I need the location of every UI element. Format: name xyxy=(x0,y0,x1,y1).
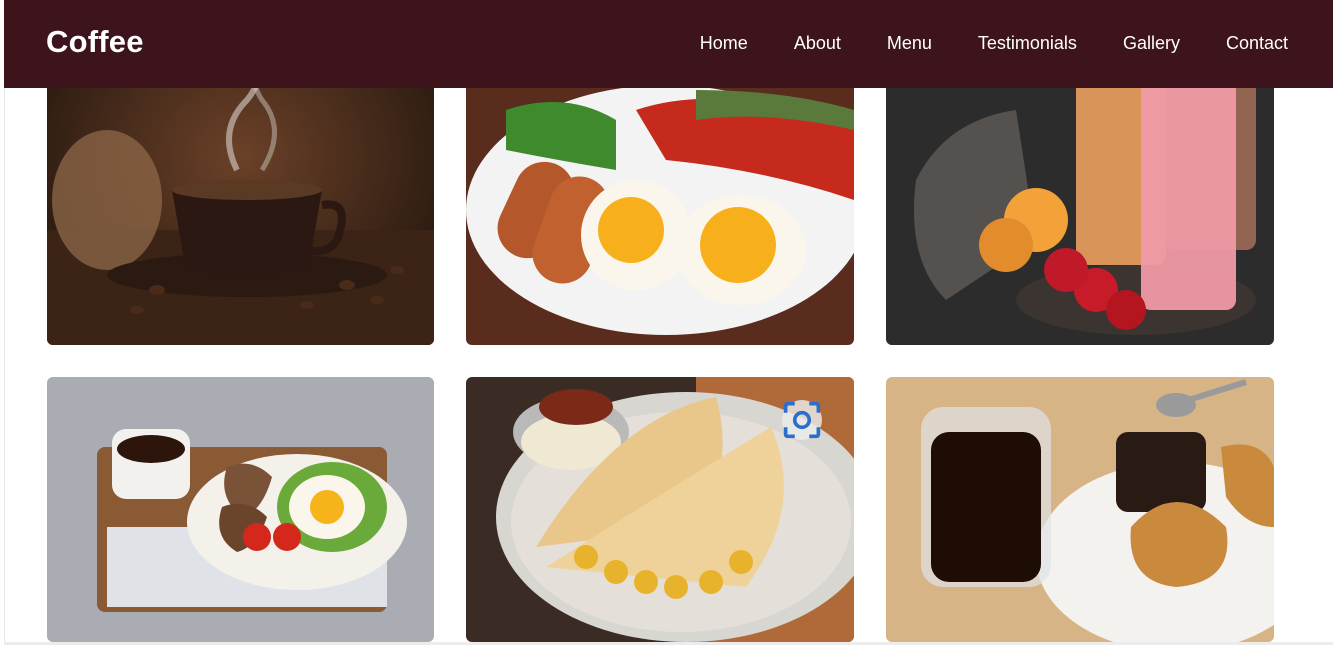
main-nav: Home About Menu Testimonials Gallery Con… xyxy=(700,33,1288,54)
top-navbar: Coffee Home About Menu Testimonials Gall… xyxy=(4,0,1333,88)
visual-search-icon xyxy=(783,401,821,439)
gallery-image-coffee-croissant[interactable] xyxy=(886,377,1274,642)
nav-about[interactable]: About xyxy=(794,33,841,54)
nav-contact[interactable]: Contact xyxy=(1226,33,1288,54)
gallery-image-breakfast-tray[interactable] xyxy=(47,377,434,642)
nav-gallery[interactable]: Gallery xyxy=(1123,33,1180,54)
brand-logo[interactable]: Coffee xyxy=(46,24,144,60)
gallery-grid xyxy=(47,0,1277,645)
nav-menu[interactable]: Menu xyxy=(887,33,932,54)
nav-home[interactable]: Home xyxy=(700,33,748,54)
visual-search-button[interactable] xyxy=(782,400,822,440)
page-frame xyxy=(4,0,1333,645)
nav-testimonials[interactable]: Testimonials xyxy=(978,33,1077,54)
gallery-image-dosa[interactable] xyxy=(466,377,854,642)
